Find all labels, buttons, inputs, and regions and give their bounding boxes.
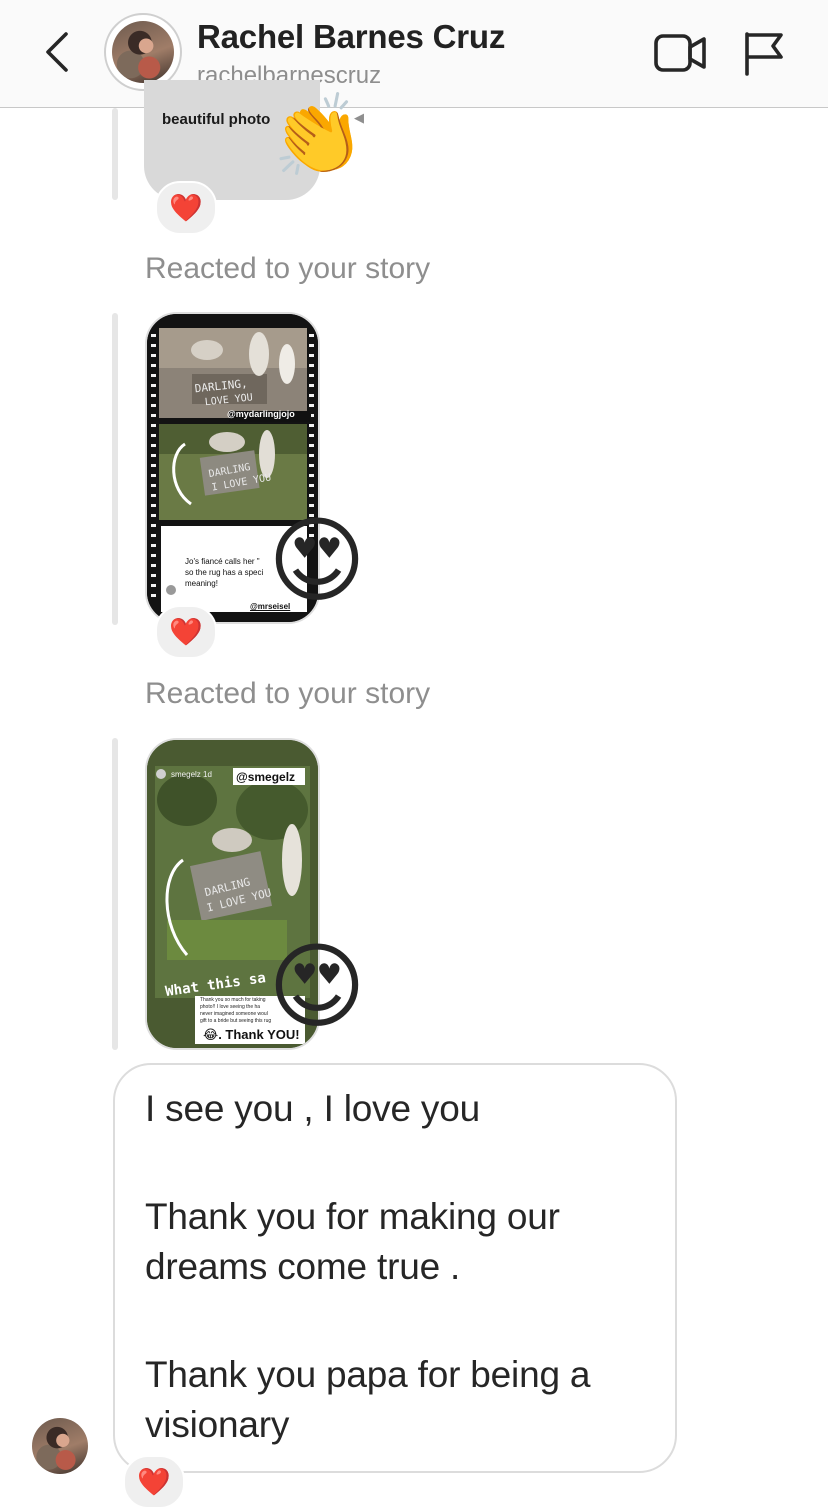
sender-avatar[interactable]: [32, 1418, 88, 1474]
chevron-left-icon: [46, 32, 68, 72]
video-camera-icon: [654, 34, 706, 72]
story-note-line: photo!! I love seeing the ha: [200, 1004, 261, 1010]
story-caption: beautiful photo: [162, 111, 271, 128]
story-quote-line: meaning!: [185, 579, 218, 588]
report-flag-button[interactable]: [740, 28, 786, 78]
message-text-line: dreams come true .: [145, 1246, 461, 1287]
pointer-triangle-icon: ◀: [354, 110, 364, 125]
heart-reaction-badge[interactable]: ❤️: [155, 181, 217, 235]
story-note-line: Thank you so much for taking: [200, 997, 266, 1003]
message-text-line: visionary: [145, 1404, 290, 1445]
reply-quote-line: [112, 108, 118, 200]
story-reaction-label: Reacted to your story: [145, 252, 431, 285]
story-note-line: never imagined someone woul: [200, 1011, 268, 1017]
video-call-button[interactable]: [652, 30, 708, 76]
story-quote-line: Jo's fiancé calls her ": [185, 557, 260, 566]
heart-eyes-emoji: 😍: [268, 508, 366, 613]
message-text-line: I see you , I love you: [145, 1088, 480, 1129]
clapping-hands-emoji: 👏: [264, 88, 371, 187]
story-top-user: smegelz 1d: [171, 770, 212, 779]
story-quote-line: so the rug has a speci: [185, 568, 264, 577]
reply-quote-line: [112, 313, 118, 625]
story-reaction-label: Reacted to your story: [145, 677, 431, 710]
heart-reaction-badge[interactable]: ❤️: [123, 1455, 185, 1509]
story-handle: @mydarlingjojo: [227, 409, 295, 419]
flag-icon: [745, 32, 783, 76]
profile-avatar[interactable]: [112, 21, 174, 83]
reply-quote-line: [112, 738, 118, 1050]
story-note-line: gift to a bride but seeing this rug: [200, 1018, 272, 1024]
message-text-line: Thank you papa for being a: [145, 1354, 591, 1395]
message-text-line: Thank you for making our: [145, 1196, 560, 1237]
heart-reaction-badge[interactable]: ❤️: [155, 605, 217, 659]
heart-eyes-emoji: 😍: [268, 934, 366, 1039]
back-button[interactable]: [36, 26, 80, 78]
story-mention-tag: @smegelz: [236, 770, 296, 784]
contact-name[interactable]: Rachel Barnes Cruz: [197, 18, 505, 56]
